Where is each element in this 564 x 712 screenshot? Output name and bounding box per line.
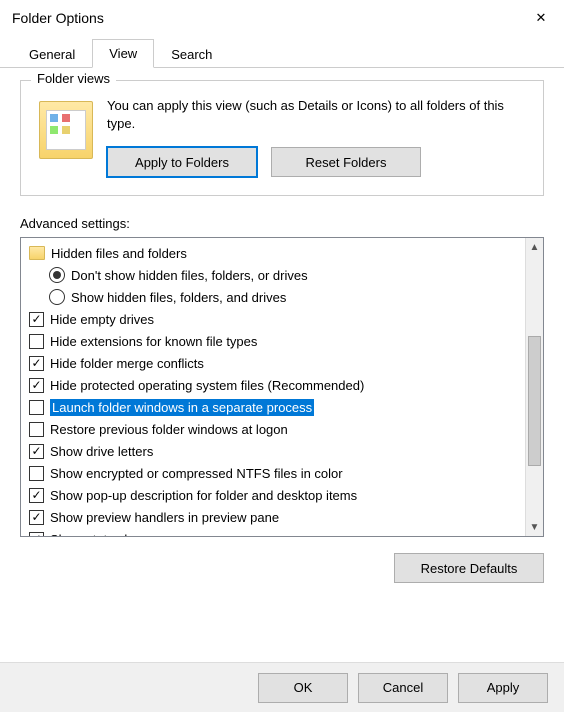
list-item[interactable]: Show pop-up description for folder and d…	[23, 484, 523, 506]
list-item[interactable]: Hide empty drives	[23, 308, 523, 330]
tab-search[interactable]: Search	[154, 40, 229, 68]
list-item[interactable]: Hide protected operating system files (R…	[23, 374, 523, 396]
list-item[interactable]: Launch folder windows in a separate proc…	[23, 396, 523, 418]
list-item-label: Hide empty drives	[50, 312, 154, 327]
apply-button[interactable]: Apply	[458, 673, 548, 703]
list-item-label: Hide protected operating system files (R…	[50, 378, 364, 393]
radio[interactable]	[49, 267, 65, 283]
close-button[interactable]: ✕	[518, 2, 564, 34]
advanced-settings-label: Advanced settings:	[20, 216, 544, 231]
advanced-settings-list: Hidden files and folders Don't show hidde…	[20, 237, 544, 537]
folder-views-group: Folder views You can apply this view (su…	[20, 80, 544, 196]
list-item-label: Show preview handlers in preview pane	[50, 510, 279, 525]
list-item-label: Hide folder merge conflicts	[50, 356, 204, 371]
list-item-label: Don't show hidden files, folders, or dri…	[71, 268, 308, 283]
checkbox[interactable]	[29, 378, 44, 393]
list-item[interactable]: Restore previous folder windows at logon	[23, 418, 523, 440]
close-icon: ✕	[536, 10, 547, 26]
checkbox[interactable]	[29, 334, 44, 349]
list-item[interactable]: Show preview handlers in preview pane	[23, 506, 523, 528]
checkbox[interactable]	[29, 444, 44, 459]
scroll-thumb[interactable]	[528, 336, 541, 466]
checkbox[interactable]	[29, 488, 44, 503]
list-item-label: Show encrypted or compressed NTFS files …	[50, 466, 343, 481]
list-item[interactable]: Don't show hidden files, folders, or dri…	[23, 264, 523, 286]
list-item-label: Hidden files and folders	[51, 246, 187, 261]
list-item[interactable]: Show status bar	[23, 528, 523, 536]
list-item-label: Show status bar	[50, 532, 143, 537]
list-item[interactable]: Show hidden files, folders, and drives	[23, 286, 523, 308]
list-item[interactable]: Show drive letters	[23, 440, 523, 462]
checkbox[interactable]	[29, 466, 44, 481]
list-item[interactable]: Hide extensions for known file types	[23, 330, 523, 352]
reset-folders-button[interactable]: Reset Folders	[271, 147, 421, 177]
list-item-label: Restore previous folder windows at logon	[50, 422, 288, 437]
apply-to-folders-button[interactable]: Apply to Folders	[107, 147, 257, 177]
checkbox[interactable]	[29, 356, 44, 371]
list-item[interactable]: Show encrypted or compressed NTFS files …	[23, 462, 523, 484]
folder-views-text: You can apply this view (such as Details…	[107, 97, 525, 133]
list-item-label: Show hidden files, folders, and drives	[71, 290, 286, 305]
scrollbar[interactable]: ▲ ▼	[525, 238, 543, 536]
window-title: Folder Options	[12, 10, 104, 26]
restore-defaults-button[interactable]: Restore Defaults	[394, 553, 544, 583]
list-item-label: Show drive letters	[50, 444, 153, 459]
checkbox[interactable]	[29, 312, 44, 327]
list-item[interactable]: Hidden files and folders	[23, 242, 523, 264]
list-item[interactable]: Hide folder merge conflicts	[23, 352, 523, 374]
tab-strip: General View Search	[0, 36, 564, 68]
list-item-label: Launch folder windows in a separate proc…	[50, 399, 314, 416]
scroll-down-icon[interactable]: ▼	[526, 518, 543, 536]
folder-icon	[29, 246, 45, 260]
list-item-label: Show pop-up description for folder and d…	[50, 488, 357, 503]
ok-button[interactable]: OK	[258, 673, 348, 703]
radio[interactable]	[49, 289, 65, 305]
folder-icon	[39, 101, 93, 159]
checkbox[interactable]	[29, 532, 44, 537]
list-item-label: Hide extensions for known file types	[50, 334, 257, 349]
folder-views-title: Folder views	[31, 71, 116, 86]
cancel-button[interactable]: Cancel	[358, 673, 448, 703]
checkbox[interactable]	[29, 422, 44, 437]
checkbox[interactable]	[29, 400, 44, 415]
dialog-footer: OK Cancel Apply	[0, 662, 564, 712]
checkbox[interactable]	[29, 510, 44, 525]
tab-view[interactable]: View	[92, 39, 154, 68]
tab-general[interactable]: General	[12, 40, 92, 68]
scroll-track[interactable]	[526, 256, 543, 518]
scroll-up-icon[interactable]: ▲	[526, 238, 543, 256]
